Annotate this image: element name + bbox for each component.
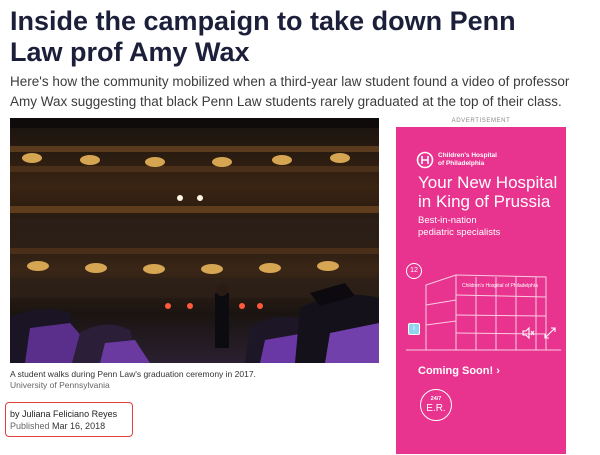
ad-headline-line-1: Your New Hospital: [418, 173, 558, 192]
mute-icon[interactable]: [520, 325, 536, 341]
publish-date: Published Mar 16, 2018: [10, 421, 105, 432]
photo-caption: A student walks during Penn Law's gradua…: [10, 369, 256, 379]
published-date: Mar 16, 2018: [52, 421, 106, 431]
advertisement-label: ADVERTISEMENT: [451, 118, 511, 124]
er-badge: 24/7 E.R.: [420, 389, 452, 421]
coming-soon-text: Coming Soon!: [418, 365, 494, 377]
building-sign-text: Children's Hospital of Philadelphia: [462, 283, 538, 289]
logo-line-2: of Philadelphia: [438, 160, 485, 167]
photo-credit: University of Pennsylvania: [10, 380, 110, 390]
article-dek: Here's how the community mobilized when …: [10, 74, 570, 109]
er-label: E.R.: [426, 403, 446, 414]
graduation-ceremony-image: [10, 118, 379, 363]
age-badge: 12: [406, 263, 422, 279]
hero-photo[interactable]: [10, 118, 379, 363]
chevron-right-icon: ›: [496, 365, 500, 377]
advertisement-banner[interactable]: Children's Hospital of Philadelphia Your…: [396, 127, 566, 454]
ad-subheadline: Best-in-nation pediatric specialists: [418, 215, 558, 239]
expand-icon[interactable]: [542, 325, 558, 341]
ad-sub-line-2: pediatric specialists: [418, 227, 501, 238]
hospital-logo-icon: [416, 151, 434, 169]
ad-info-icon[interactable]: i: [408, 323, 420, 335]
ad-headline-line-2: in King of Prussia: [418, 192, 551, 211]
byline: by Juliana Feliciano Reyes: [10, 409, 117, 420]
ad-sub-line-1: Best-in-nation: [418, 215, 477, 226]
coming-soon-link[interactable]: Coming Soon! ›: [418, 365, 500, 378]
byline-prefix: by: [10, 409, 20, 419]
article-headline: Inside the campaign to take down Penn La…: [10, 6, 516, 67]
ad-headline: Your New Hospital in King of Prussia: [418, 173, 566, 211]
logo-line-1: Children's Hospital: [438, 152, 497, 159]
er-hours: 24/7: [430, 396, 442, 402]
author-link[interactable]: Juliana Feliciano Reyes: [22, 409, 117, 419]
hospital-logo-text: Children's Hospital of Philadelphia: [438, 152, 548, 168]
published-label: Published: [10, 421, 50, 431]
